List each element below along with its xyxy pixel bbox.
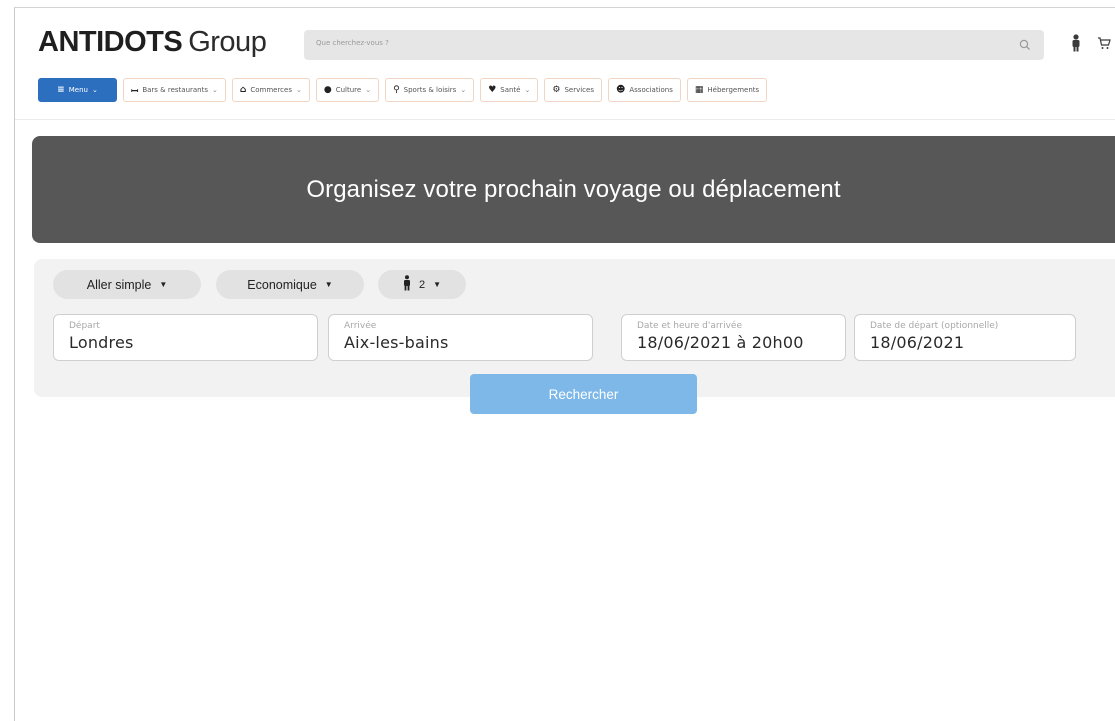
restaurant-icon: ꟷ (131, 86, 139, 97)
banner-title: Organisez votre prochain voyage ou dépla… (306, 175, 841, 203)
search-button[interactable]: Rechercher (470, 374, 697, 414)
header-divider (15, 119, 1115, 120)
chevron-down-icon: ⌄ (212, 86, 218, 94)
nav-item-label: Associations (629, 86, 673, 94)
arrival-field[interactable]: Arrivée Aix-les-bains (328, 314, 593, 361)
nav-item-associations[interactable]: ☻ Associations (607, 78, 681, 102)
search-placeholder: Que cherchez-vous ? (316, 39, 389, 47)
users-icon: ☻ (615, 85, 626, 95)
nav-item-label: Bars & restaurants (142, 86, 208, 94)
brand-logo[interactable]: ANTIDOTS Group (38, 24, 267, 60)
search-input[interactable]: Que cherchez-vous ? (304, 30, 1044, 60)
departure-label: Départ (69, 321, 100, 331)
passengers-count: 2 (418, 278, 426, 291)
chevron-down-icon: ⌄ (91, 86, 98, 94)
nav-item-services[interactable]: ⚙ Services (544, 78, 602, 102)
arrival-datetime-value[interactable]: 18/06/2021 à 20h00 (637, 333, 845, 353)
departure-field[interactable]: Départ Londres (53, 314, 318, 361)
caret-down-icon: ▼ (433, 280, 442, 289)
arrival-value[interactable]: Aix-les-bains (344, 333, 592, 353)
nav-item-sante[interactable]: ♥ Santé ⌄ (480, 78, 539, 102)
category-nav: ≡ Menu ⌄ ꟷ Bars & restaurants ⌄ ⌂ Commer… (38, 78, 768, 102)
brand-name-bold: ANTIDOTS (38, 26, 183, 58)
building-icon: ▦ (694, 85, 704, 95)
header-actions (1068, 34, 1112, 52)
nav-item-label: Santé (500, 86, 521, 94)
menu-button[interactable]: ≡ Menu ⌄ (38, 78, 117, 102)
nav-item-label: Hébergements (707, 86, 760, 94)
nav-item-commerces[interactable]: ⌂ Commerces ⌄ (231, 78, 310, 102)
person-icon (403, 275, 411, 294)
chevron-down-icon: ⌄ (524, 86, 531, 94)
heart-icon: ♥ (488, 85, 497, 95)
trip-type-value: Aller simple (86, 277, 152, 292)
cart-icon[interactable] (1096, 34, 1112, 52)
cogs-icon: ⚙ (552, 85, 561, 95)
nav-item-label: Sports & loisirs (403, 86, 457, 94)
return-date-field[interactable]: Date de départ (optionnelle) 18/06/2021 (854, 314, 1076, 361)
theatre-icon: ● (323, 85, 332, 95)
nav-item-label: Culture (335, 86, 362, 94)
menu-label: Menu (68, 86, 88, 94)
chevron-down-icon: ⌄ (365, 86, 372, 94)
caret-down-icon: ▼ (324, 280, 333, 289)
nav-item-culture[interactable]: ● Culture ⌄ (315, 78, 380, 102)
arrival-datetime-label: Date et heure d'arrivée (637, 321, 742, 331)
chevron-down-icon: ⌄ (460, 86, 467, 94)
passengers-select[interactable]: 2 ▼ (378, 270, 466, 299)
hamburger-icon: ≡ (57, 85, 65, 95)
nav-item-bars-restaurants[interactable]: ꟷ Bars & restaurants ⌄ (123, 78, 226, 102)
return-date-value[interactable]: 18/06/2021 (870, 333, 1075, 353)
return-date-label: Date de départ (optionnelle) (870, 321, 999, 331)
nav-item-label: Commerces (250, 86, 292, 94)
arrival-label: Arrivée (344, 321, 377, 331)
hero-banner: Organisez votre prochain voyage ou dépla… (32, 136, 1115, 243)
search-icon[interactable] (1018, 38, 1032, 52)
sports-icon: ⚲ (393, 85, 400, 95)
brand-name-light: Group (188, 26, 267, 58)
caret-down-icon: ▼ (159, 280, 168, 289)
user-icon[interactable] (1068, 34, 1084, 52)
trip-type-select[interactable]: Aller simple ▼ (53, 270, 201, 299)
departure-value[interactable]: Londres (69, 333, 317, 353)
nav-item-hebergements[interactable]: ▦ Hébergements (686, 78, 768, 102)
arrival-datetime-field[interactable]: Date et heure d'arrivée 18/06/2021 à 20h… (621, 314, 846, 361)
store-icon: ⌂ (239, 85, 247, 95)
nav-item-sports-loisirs[interactable]: ⚲ Sports & loisirs ⌄ (385, 78, 475, 102)
chevron-down-icon: ⌄ (295, 86, 302, 94)
travel-class-value: Economique (247, 277, 317, 292)
travel-class-select[interactable]: Economique ▼ (216, 270, 364, 299)
nav-item-label: Services (564, 86, 594, 94)
